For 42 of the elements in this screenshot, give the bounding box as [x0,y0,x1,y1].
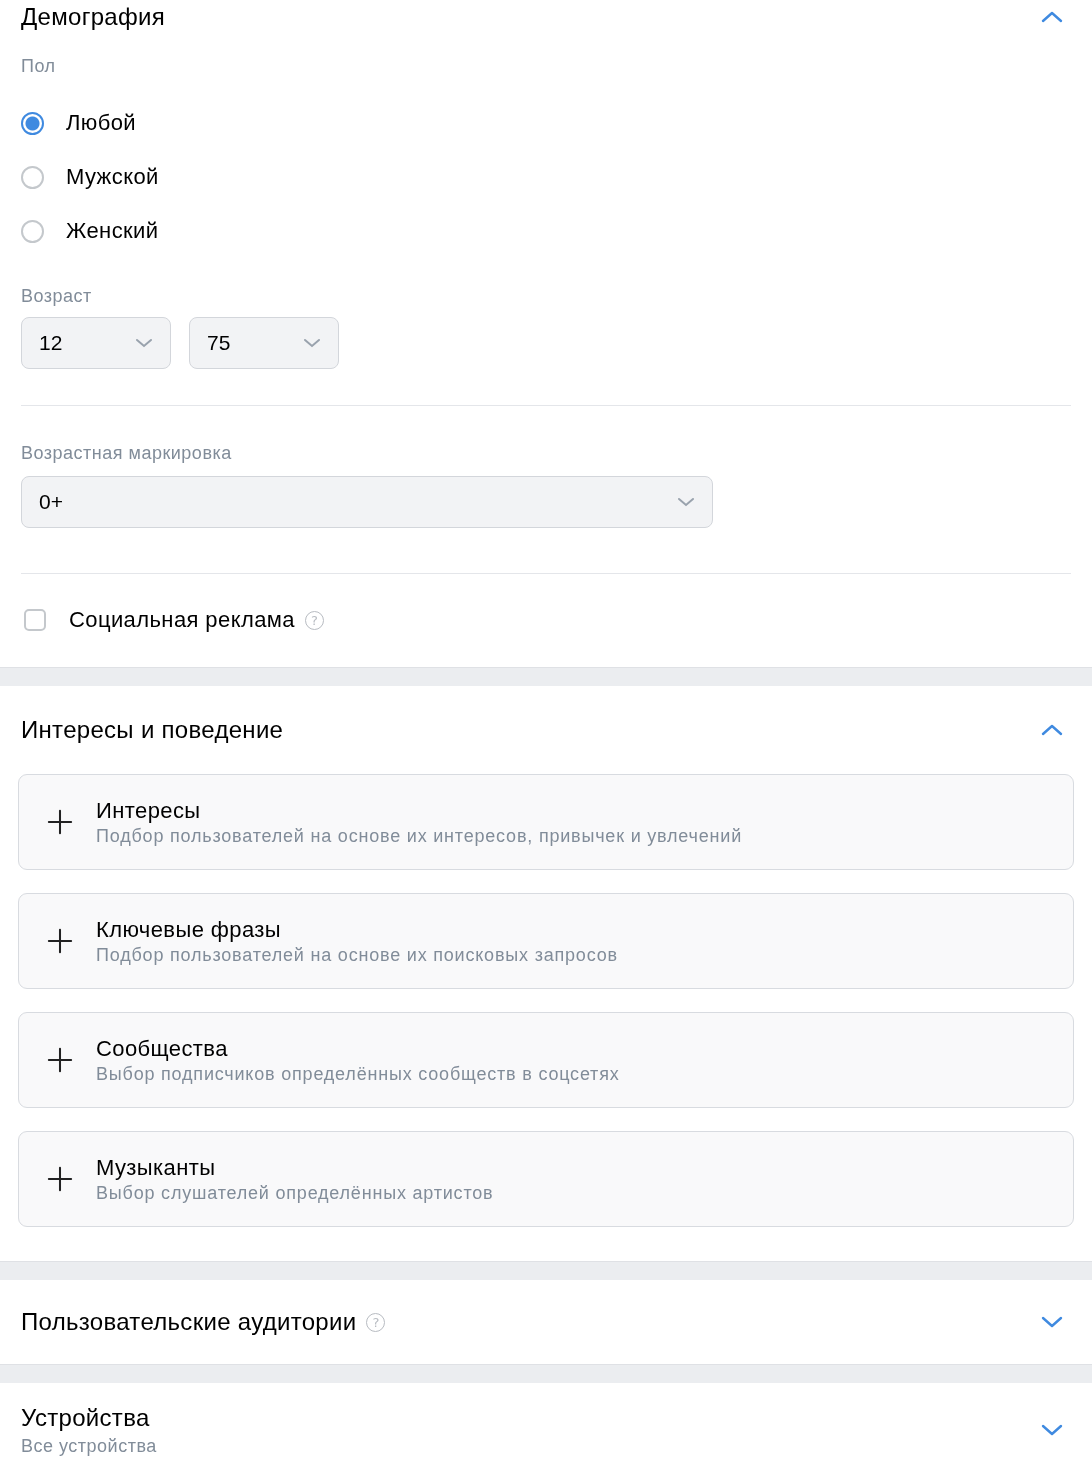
card-description: Выбор подписчиков определённых сообществ в соцсетях [96,1063,620,1085]
radio-button[interactable] [21,111,44,135]
checkbox[interactable] [24,609,46,631]
add-card[interactable]: Ключевые фразы Подбор пользователей на основе их поисковых запросов [18,893,1074,989]
plus-icon [47,809,73,835]
radio-button[interactable] [21,219,44,243]
chevron-up-icon[interactable] [1041,724,1063,736]
chevron-down-icon [303,338,321,348]
card-title: Ключевые фразы [96,916,283,943]
add-card[interactable]: Интересы Подбор пользователей на основе их интересов, привычек и увлечений [18,774,1074,870]
card-description: Подбор пользователей на основе их поисковых запросов [96,944,618,966]
add-card[interactable]: Сообщества Выбор подписчиков определённых сообществ в соцсетях [18,1012,1074,1108]
field-label: Возраст [21,286,93,307]
section-title: Демография [21,3,166,31]
age-rating-select[interactable]: 0+ [21,476,713,528]
add-card[interactable]: Музыканты Выбор слушателей определённых артистов [18,1131,1074,1227]
card-description: Подбор пользователей на основе их интересов, привычек и увлечений [96,825,743,847]
radio-label[interactable]: Любой [66,110,137,136]
age-to-select[interactable]: 75 [189,317,339,369]
radio-label[interactable]: Мужской [66,164,159,190]
age-from-select[interactable]: 12 [21,317,171,369]
radio-button[interactable] [21,165,44,189]
section-subtitle: Все устройства [21,1435,157,1457]
plus-icon [47,1047,73,1073]
chevron-down-icon [677,497,695,507]
chevron-up-icon[interactable] [1041,11,1063,23]
radio-label[interactable]: Женский [66,218,159,244]
plus-icon [47,1166,73,1192]
section-title: Пользовательские аудитории [21,1308,357,1336]
chevron-down-icon [135,338,153,348]
field-label: Возрастная маркировка [21,443,233,464]
card-description: Выбор слушателей определённых артистов [96,1182,494,1204]
checkbox-label[interactable]: Социальная реклама [69,607,295,633]
chevron-down-icon[interactable] [1041,1424,1063,1436]
card-title: Сообщества [96,1035,229,1062]
card-title: Музыканты [96,1154,217,1181]
plus-icon [47,928,73,954]
section-title: Интересы и поведение [21,716,284,744]
chevron-down-icon[interactable] [1041,1316,1063,1328]
card-title: Интересы [96,797,202,824]
field-label: Пол [21,56,57,77]
section-title: Устройства [21,1403,150,1432]
